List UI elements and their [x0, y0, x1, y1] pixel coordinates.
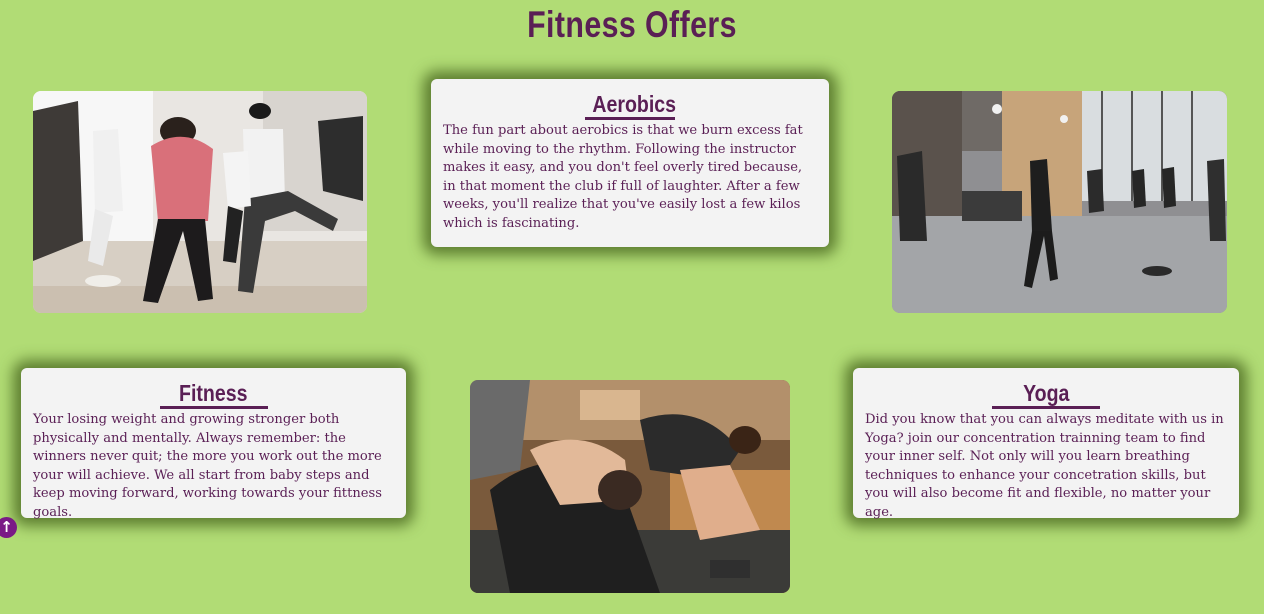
offer-card-fitness: Fitness Your losing weight and growing s… [21, 368, 406, 520]
offer-text-yoga: Did you know that you can always meditat… [865, 412, 1224, 520]
offer-title-aerobics: Aerobics [585, 91, 677, 120]
page-title: Fitness Offers [527, 4, 737, 45]
offer-title-fitness: Fitness [159, 380, 268, 409]
offer-title-yoga-text: Yoga [1022, 380, 1070, 406]
offer-title-fitness-text: Fitness [179, 380, 248, 406]
scroll-to-top-button[interactable]: ↑ [0, 517, 17, 538]
arrow-up-circle-icon: ↑ [0, 518, 13, 536]
aerobics-class-photo [33, 91, 367, 313]
offer-text-aerobics: The fun part about aerobics is that we b… [443, 123, 803, 231]
yoga-class-photo [470, 380, 790, 593]
offer-text-fitness: Your losing weight and growing stronger … [33, 412, 382, 520]
offer-title-aerobics-text: Aerobics [592, 91, 677, 117]
offer-card-aerobics: Aerobics The fun part about aerobics is … [431, 79, 829, 247]
offer-title-yoga: Yoga [992, 380, 1100, 409]
gym-interior-photo [892, 91, 1227, 313]
offer-card-yoga: Yoga Did you know that you can always me… [853, 368, 1239, 520]
